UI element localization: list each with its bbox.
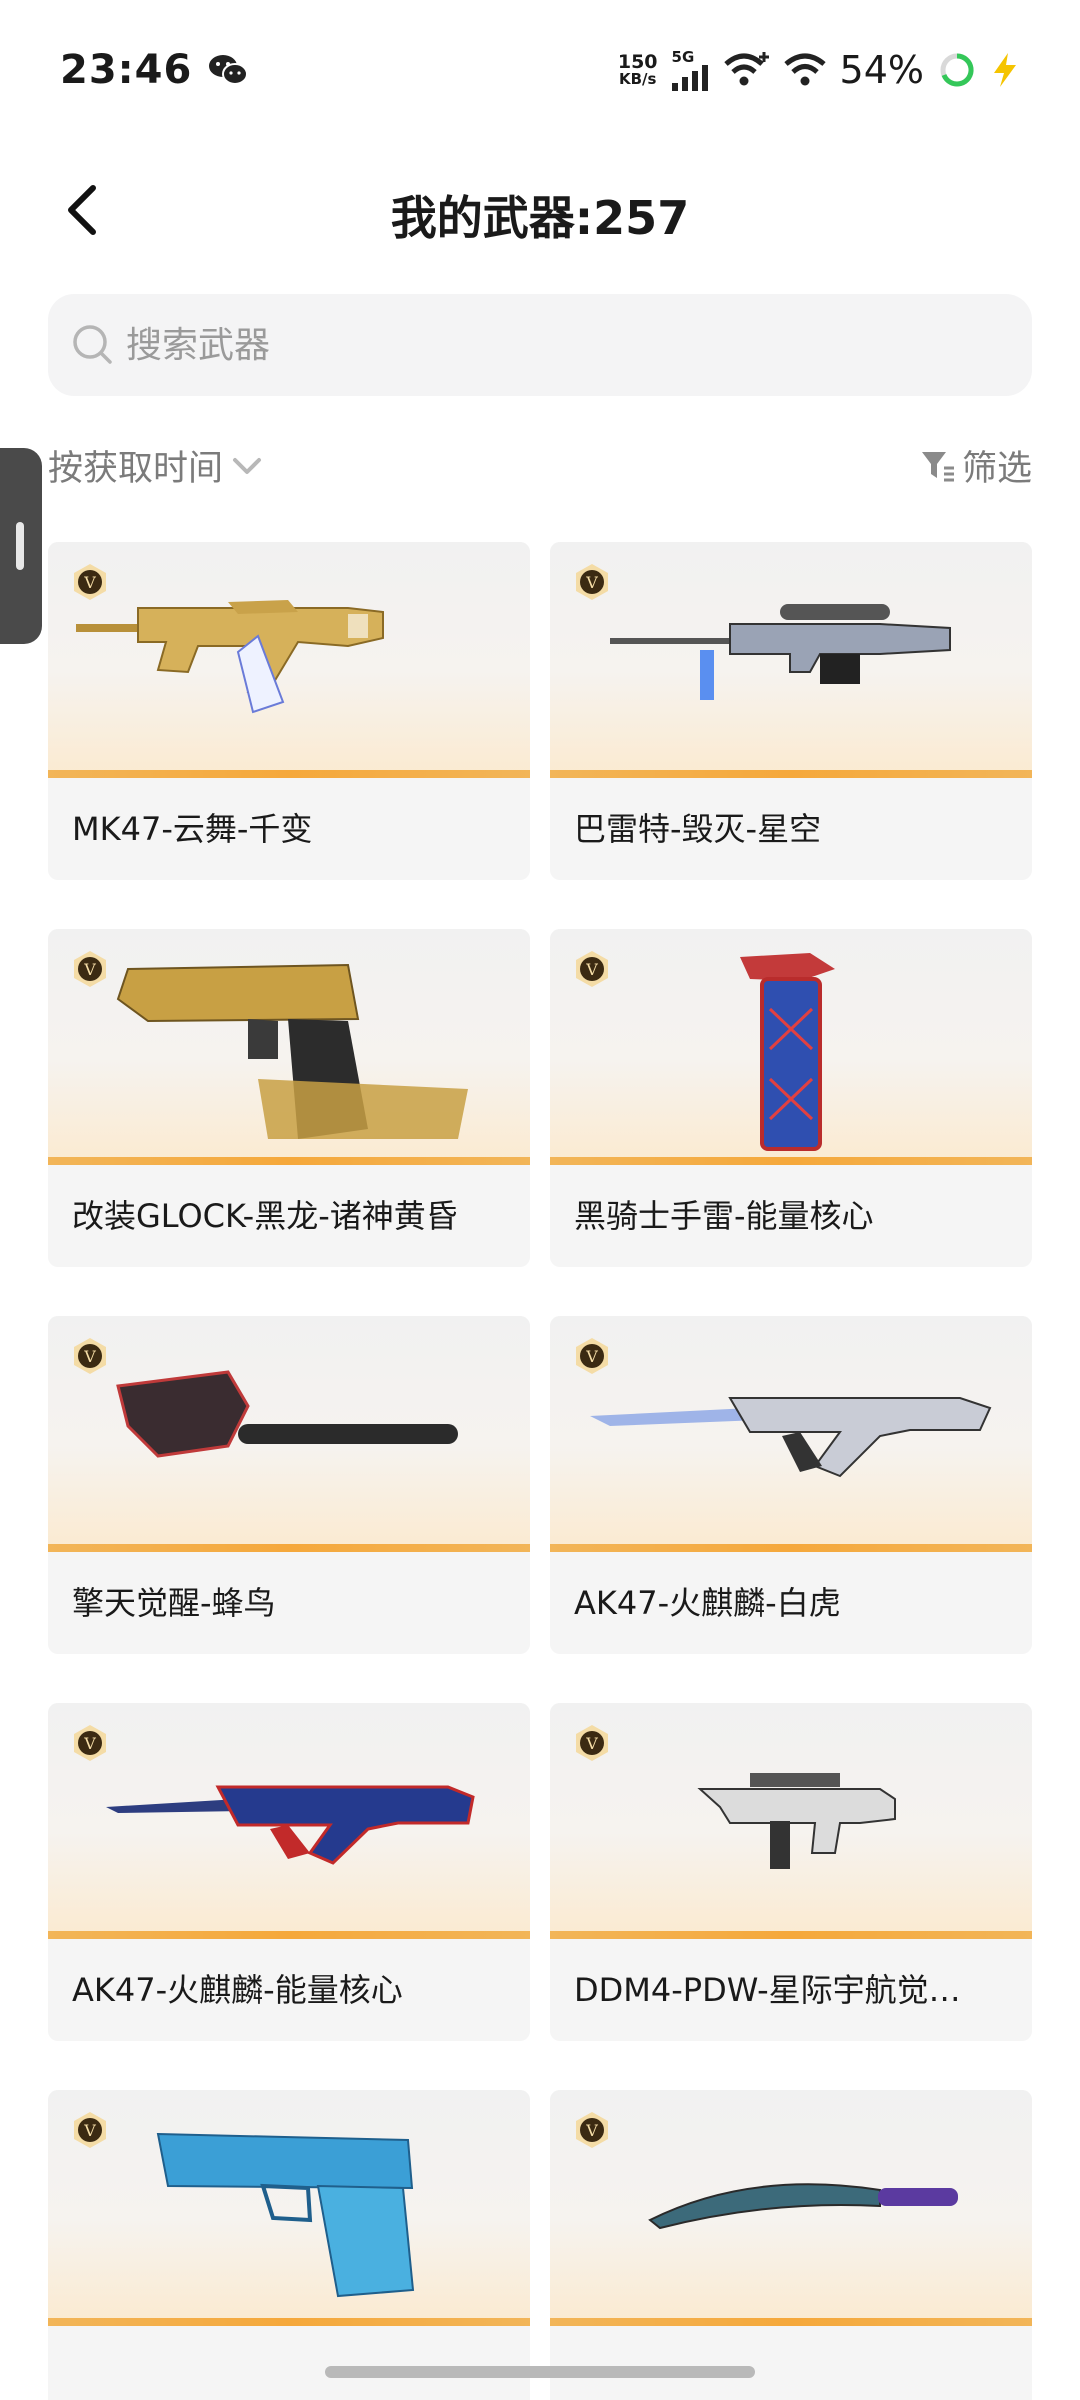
weapon-image: V — [550, 929, 1032, 1165]
v-badge-icon: V — [74, 564, 106, 600]
sniper-rifle-icon — [610, 604, 951, 700]
svg-text:V: V — [585, 2121, 598, 2140]
weapon-name: 改装GLOCK-黑龙-诸神黄昏 — [72, 1197, 458, 1235]
search-input[interactable] — [126, 324, 976, 366]
svg-text:V: V — [83, 1734, 96, 1753]
weapon-card[interactable]: V — [550, 2090, 1032, 2400]
sort-filter-row: 按获取时间 筛选 — [48, 440, 1032, 500]
svg-text:V: V — [83, 573, 96, 592]
weapon-card[interactable]: V AK47-火麒麟-白虎 — [550, 1316, 1032, 1654]
chevron-down-icon — [233, 457, 262, 474]
weapon-image: V — [48, 929, 530, 1165]
weapon-name: AK47-火麒麟-能量核心 — [72, 1971, 403, 2009]
search-bar[interactable] — [48, 294, 1032, 396]
weapon-card[interactable]: V 黑骑士手雷-能量核心 — [550, 929, 1032, 1267]
v-badge-icon: V — [74, 1338, 106, 1374]
weapon-card[interactable]: V 改装GLOCK-黑龙-诸神黄昏 — [48, 929, 530, 1267]
weapon-card[interactable]: V DDM4-PDW-星际宇航觉… — [550, 1703, 1032, 2041]
weapon-image: V — [48, 1316, 530, 1552]
weapon-image: V — [550, 2090, 1032, 2326]
battery-percent: 54% — [839, 48, 924, 92]
status-bar: 23:46 150 KB/s 5G 54% — [0, 0, 1080, 140]
weapon-image: V — [550, 542, 1032, 778]
weapon-card[interactable]: V 巴雷特-毁灭-星空 — [550, 542, 1032, 880]
svg-text:V: V — [83, 2121, 96, 2140]
v-badge-icon: V — [74, 1725, 106, 1761]
bolt-icon — [994, 53, 1016, 87]
cellular-signal: 5G — [671, 47, 710, 91]
network-speed: 150 KB/s — [618, 53, 658, 87]
v-badge-icon: V — [74, 2112, 106, 2148]
weapon-image: V — [48, 542, 530, 778]
weapon-name: 巴雷特-毁灭-星空 — [574, 810, 822, 848]
filter-label: 筛选 — [961, 449, 1032, 489]
network-type: 5G — [671, 47, 695, 66]
v-badge-icon: V — [576, 1338, 608, 1374]
weapon-name: 黑骑士手雷-能量核心 — [574, 1197, 874, 1235]
v-badge-icon: V — [576, 1725, 608, 1761]
battery-ring-icon — [940, 53, 974, 87]
home-indicator[interactable] — [325, 2366, 755, 2378]
page-header: 我的武器:257 — [0, 160, 1080, 260]
svg-text:V: V — [83, 960, 96, 979]
v-badge-icon: V — [576, 951, 608, 987]
svg-text:V: V — [585, 573, 598, 592]
sort-dropdown[interactable]: 按获取时间 — [48, 440, 265, 491]
status-indicators: 150 KB/s 5G 54% — [618, 48, 1020, 92]
weapon-card[interactable]: V — [48, 2090, 530, 2400]
knife-icon — [648, 2183, 958, 2230]
floating-side-handle[interactable] — [0, 448, 42, 644]
weapon-list-screen: 23:46 150 KB/s 5G 54% 我的武器:257 搜索武器 按获取时… — [0, 0, 1080, 2400]
handle-grip — [16, 522, 24, 570]
weapon-card[interactable]: V AK47-火麒麟-能量核心 — [48, 1703, 530, 2041]
grenade-icon — [740, 953, 835, 1151]
net-speed-unit: KB/s — [618, 70, 657, 88]
wifi-plus-icon — [723, 52, 769, 86]
svg-text:V: V — [585, 1347, 598, 1366]
rifle-gold-icon — [76, 600, 384, 714]
v-badge-icon: V — [576, 564, 608, 600]
pistol-blue-icon — [156, 2132, 415, 2298]
sort-label: 按获取时间 — [48, 449, 224, 489]
weapon-image: V — [550, 1316, 1032, 1552]
signal-bars-icon — [671, 64, 708, 91]
svg-text:V: V — [83, 1347, 96, 1366]
weapon-image: V — [48, 2090, 530, 2326]
weapon-name: AK47-火麒麟-白虎 — [574, 1584, 841, 1622]
svg-text:V: V — [585, 960, 598, 979]
shovel-icon — [116, 1370, 458, 1458]
svg-text:V: V — [585, 1734, 598, 1753]
weapon-image: V — [550, 1703, 1032, 1939]
weapon-name: 擎天觉醒-蜂鸟 — [72, 1584, 276, 1622]
ak47-blue-red-icon — [106, 1785, 475, 1865]
page-title: 我的武器:257 — [390, 191, 690, 245]
weapon-name: DDM4-PDW-星际宇航觉… — [574, 1971, 961, 2009]
wifi-icon — [783, 53, 826, 86]
weapon-name: MK47-云舞-千变 — [72, 810, 313, 848]
status-time: 23:46 — [60, 47, 193, 93]
wechat-icon — [209, 55, 249, 85]
filter-button[interactable]: 筛选 — [920, 440, 1032, 491]
ak47-white-icon — [590, 1397, 992, 1478]
pdw-icon — [697, 1773, 896, 1869]
search-icon — [73, 325, 112, 364]
pistol-gold-icon — [116, 963, 468, 1139]
v-badge-icon: V — [74, 951, 106, 987]
v-badge-icon: V — [576, 2112, 608, 2148]
weapon-card[interactable]: V MK47-云舞-千变 — [48, 542, 530, 880]
weapon-card[interactable]: V 擎天觉醒-蜂鸟 — [48, 1316, 530, 1654]
weapon-image: V — [48, 1703, 530, 1939]
filter-icon — [921, 451, 954, 481]
